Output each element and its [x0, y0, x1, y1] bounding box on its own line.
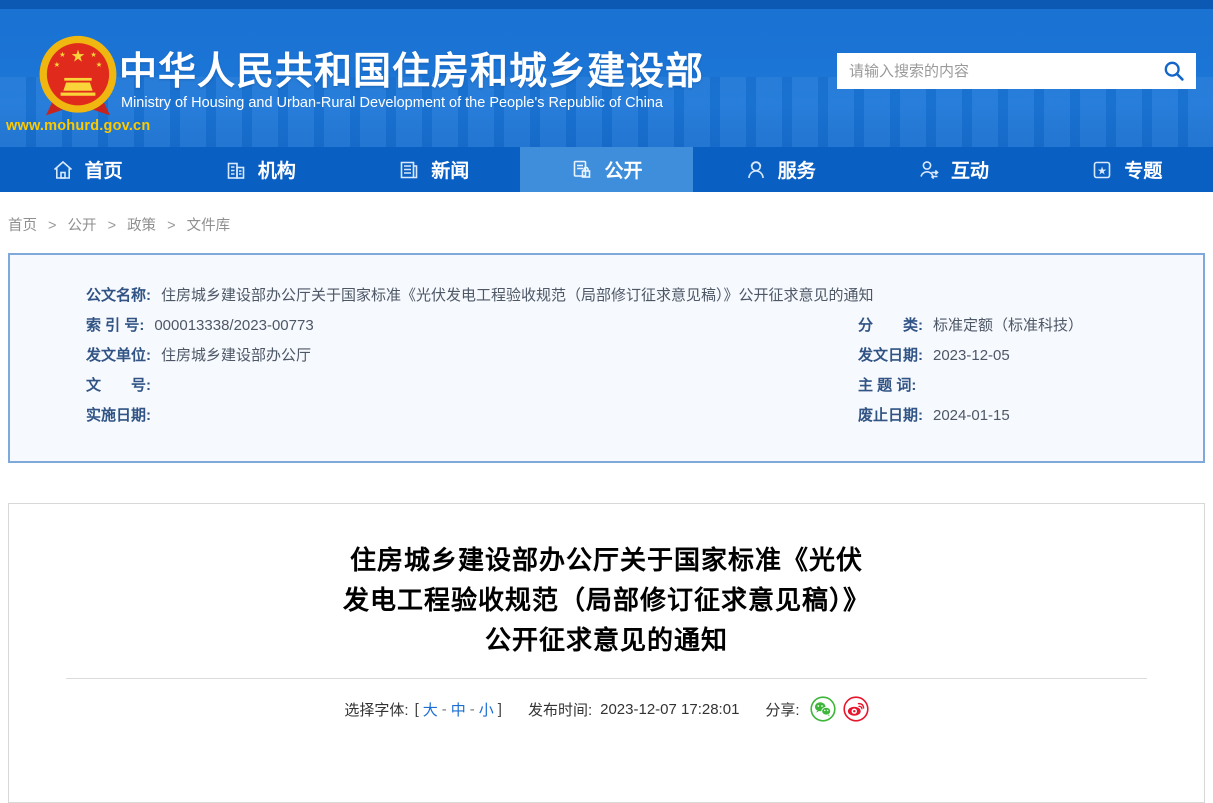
meta-label-issue-date: 发文日期: — [858, 346, 923, 364]
breadcrumb-item-policy[interactable]: 政策 — [127, 218, 156, 234]
meta-label-category: 分 类: — [858, 316, 923, 334]
meta-label-subject-words: 主 题 词: — [858, 376, 917, 394]
site-subtitle: Ministry of Housing and Urban-Rural Deve… — [121, 95, 663, 111]
meta-row: 发文单位: 住房城乡建设部办公厅 发文日期: 2023-12-05 — [10, 339, 1203, 369]
font-selector-close-bracket: ] — [497, 700, 502, 718]
wechat-icon — [809, 696, 836, 722]
breadcrumb: 首页 > 公开 > 政策 > 文件库 — [8, 214, 230, 235]
nav-item-label: 机构 — [257, 161, 296, 182]
meta-value-abolish-date: 2024-01-15 — [933, 406, 1010, 424]
article-title-line: 发电工程验收规范（局部修订征求意见稿）》 — [342, 585, 870, 615]
site-url: www.mohurd.gov.cn — [6, 118, 151, 134]
title-divider — [66, 678, 1147, 679]
nav-item-disclosure[interactable]: 公开 — [519, 147, 694, 192]
national-emblem-icon: ★ ★ ★ ★ ★ — [39, 35, 117, 116]
search-icon — [1164, 61, 1184, 81]
nav-item-topics[interactable]: ★ 专题 — [1040, 147, 1213, 192]
meta-label-index-number: 索 引 号: — [86, 316, 145, 334]
weibo-icon — [842, 696, 869, 722]
nav-item-label: 互动 — [951, 161, 990, 182]
font-size-medium-link[interactable]: 中 — [451, 699, 466, 720]
svg-text:★: ★ — [1097, 165, 1107, 177]
nav-item-news[interactable]: 新闻 — [347, 147, 520, 192]
svg-text:★: ★ — [54, 60, 61, 69]
publish-time-group: 发布时间: 2023-12-07 17:28:01 — [528, 699, 739, 720]
site-header: ★ ★ ★ ★ ★ www.mohurd.gov.cn 中华人民共和国住房和城乡… — [0, 0, 1213, 147]
font-selector-open-bracket: [ — [414, 700, 419, 718]
font-selector-dash: - — [441, 700, 447, 718]
meta-row: 公文名称: 住房城乡建设部办公厅关于国家标准《光伏发电工程验收规范（局部修订征求… — [10, 279, 1203, 309]
breadcrumb-separator: > — [107, 218, 117, 234]
nav-item-interaction[interactable]: 互动 — [866, 147, 1039, 192]
font-size-selector: 选择字体: [ 大 - 中 - 小 ] — [344, 699, 502, 720]
article-title-line: 住房城乡建设部办公厅关于国家标准《光伏 — [349, 545, 863, 575]
meta-value-index-number: 000013338/2023-00773 — [154, 316, 314, 334]
nav-item-label: 服务 — [777, 161, 816, 182]
meta-label-doc-number: 文 号: — [86, 376, 151, 394]
breadcrumb-separator: > — [48, 218, 57, 234]
national-emblem-logo: ★ ★ ★ ★ ★ — [32, 34, 124, 120]
nav-item-label: 新闻 — [431, 161, 470, 182]
disclosure-icon — [574, 160, 591, 178]
publish-time-value: 2023-12-07 17:28:01 — [600, 700, 740, 718]
font-size-small-link[interactable]: 小 — [479, 699, 494, 720]
meta-value-issuing-unit: 住房城乡建设部办公厅 — [161, 346, 312, 364]
font-size-large-link[interactable]: 大 — [423, 699, 438, 720]
nav-item-label: 专题 — [1124, 161, 1163, 182]
meta-value-issue-date: 2023-12-05 — [933, 346, 1010, 364]
article-toolbar: 选择字体: [ 大 - 中 - 小 ] 发布时间: 2023-12-07 17:… — [9, 696, 1204, 722]
breadcrumb-separator: > — [167, 218, 176, 234]
breadcrumb-item-disclosure[interactable]: 公开 — [68, 218, 97, 234]
nav-item-organization[interactable]: 机构 — [173, 147, 346, 192]
meta-row: 文 号: 主 题 词: — [10, 369, 1203, 399]
meta-label-doc-name: 公文名称: — [86, 286, 151, 304]
meta-row: 实施日期: 废止日期: 2024-01-15 — [10, 399, 1203, 429]
news-icon — [400, 161, 418, 178]
meta-row: 索 引 号: 000013338/2023-00773 分 类: 标准定额（标准… — [10, 309, 1203, 339]
topics-icon: ★ — [1094, 161, 1111, 178]
weibo-share-button[interactable] — [842, 696, 869, 722]
svg-text:★: ★ — [59, 50, 66, 59]
svg-text:★: ★ — [90, 50, 97, 59]
share-label: 分享: — [765, 701, 800, 719]
site-title: 中华人民共和国住房和城乡建设部 — [119, 51, 705, 93]
organization-icon — [227, 162, 245, 179]
home-icon — [53, 160, 72, 179]
breadcrumb-item-library[interactable]: 文件库 — [187, 218, 231, 234]
nav-item-services[interactable]: 服务 — [693, 147, 866, 192]
main-nav: 首页 机构 新闻 公开 服务 互动 ★ 专题 — [0, 147, 1213, 192]
services-icon — [747, 160, 764, 178]
article-panel: 住房城乡建设部办公厅关于国家标准《光伏 发电工程验收规范（局部修订征求意见稿）》… — [8, 503, 1205, 803]
document-meta-panel: 公文名称: 住房城乡建设部办公厅关于国家标准《光伏发电工程验收规范（局部修订征求… — [8, 253, 1205, 463]
meta-label-implement-date: 实施日期: — [86, 406, 151, 424]
nav-item-label: 公开 — [604, 161, 643, 182]
meta-value-category: 标准定额（标准科技） — [933, 316, 1084, 334]
publish-time-label: 发布时间: — [527, 701, 593, 719]
meta-value-doc-name: 住房城乡建设部办公厅关于国家标准《光伏发电工程验收规范（局部修订征求意见稿）》公… — [161, 286, 874, 304]
meta-label-abolish-date: 废止日期: — [858, 406, 923, 424]
search-input[interactable] — [837, 53, 1152, 89]
search-button[interactable] — [1152, 53, 1196, 89]
font-selector-dash: - — [469, 700, 475, 718]
wechat-share-button[interactable] — [809, 696, 836, 722]
font-selector-label: 选择字体: — [344, 701, 409, 719]
meta-label-issuing-unit: 发文单位: — [86, 346, 151, 364]
svg-text:★: ★ — [71, 47, 86, 65]
article-title: 住房城乡建设部办公厅关于国家标准《光伏 发电工程验收规范（局部修订征求意见稿）》… — [9, 540, 1204, 660]
article-title-line: 公开征求意见的通知 — [484, 625, 728, 655]
nav-item-label: 首页 — [84, 161, 123, 182]
search-box — [837, 53, 1196, 89]
nav-item-home[interactable]: 首页 — [0, 147, 173, 192]
interaction-icon — [920, 160, 939, 179]
share-group: 分享: — [765, 696, 869, 722]
breadcrumb-item-home[interactable]: 首页 — [8, 218, 37, 234]
svg-text:★: ★ — [96, 60, 103, 69]
